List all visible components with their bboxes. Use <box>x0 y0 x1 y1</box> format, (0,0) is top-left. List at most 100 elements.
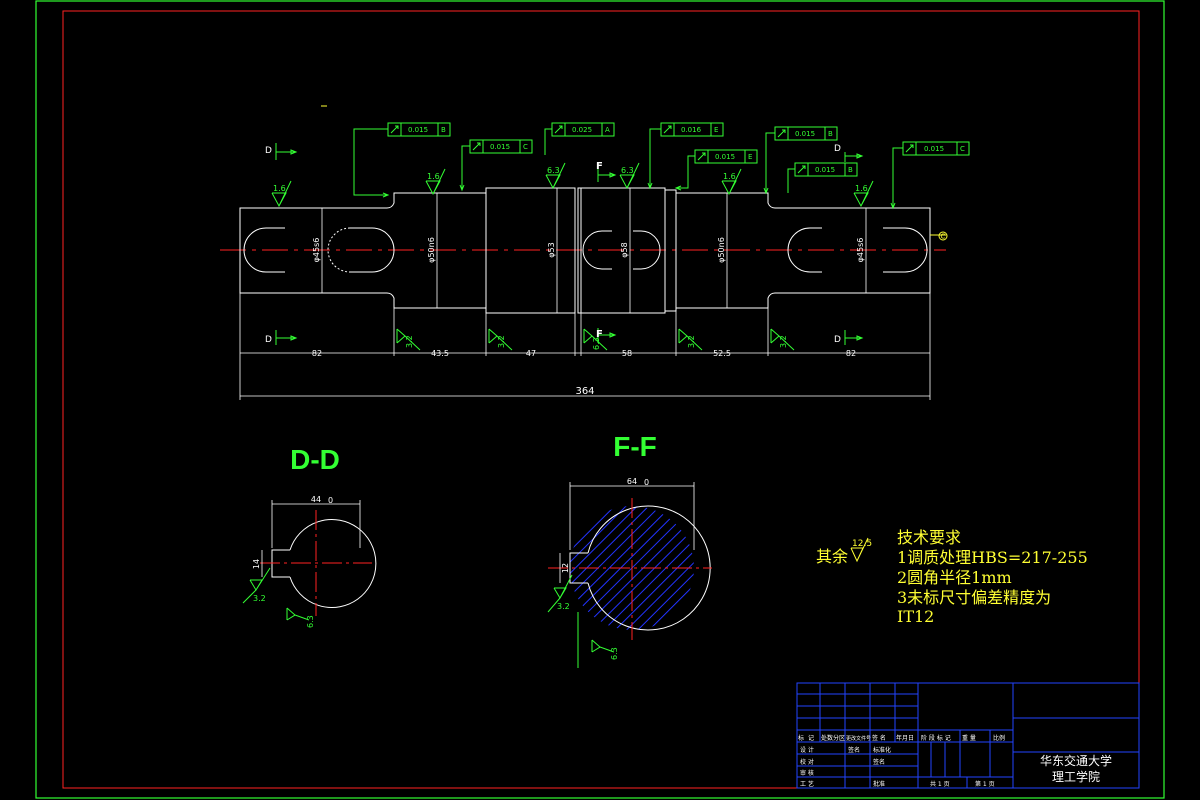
length-labels: 82 43.5 47 58 52.5 82 364 <box>312 349 856 397</box>
tech-item-2: 2圆角半径1mm <box>897 568 1012 587</box>
tb-scale: 比例 <box>993 734 1005 742</box>
cad-drawing: φ45s6 φ50n6 φ53 φ58 φ50n6 φ45s6 82 43.5 … <box>35 0 1165 799</box>
tb-sheets-total: 共 1 页 <box>930 780 950 788</box>
tol-datum-5: E <box>748 153 752 161</box>
tb-design-std: 标准化 <box>873 746 891 754</box>
tol-datum-4: E <box>714 126 718 134</box>
dd-width-dim-sup: 0 <box>328 496 333 505</box>
datum-symbol: C <box>930 231 948 241</box>
ff-title: F-F <box>613 431 657 462</box>
ff-key-dim: 12 <box>561 563 570 573</box>
school-line-2: 理工学院 <box>1052 769 1100 784</box>
dd-width-dim: 44 <box>311 495 321 504</box>
tol-datum-3: A <box>605 126 610 134</box>
tb-design-sign: 签名 <box>848 746 860 754</box>
len-label-5: 52.5 <box>713 349 731 358</box>
len-label-1: 82 <box>312 349 322 358</box>
roughness-general-value: 12.5 <box>852 539 872 549</box>
tech-title: 技术要求 <box>897 528 961 547</box>
tol-value-2: 0.015 <box>490 143 510 151</box>
dia-label-5: φ50n6 <box>717 237 726 263</box>
tol-value-7: 0.015 <box>815 166 835 174</box>
tol-value-1: 0.015 <box>408 126 428 134</box>
section-view-dd: D-D 44 0 14 3.2 6.3 <box>242 444 377 628</box>
tol-value-8: 0.015 <box>924 145 944 153</box>
rough-top-3: 6.3 <box>547 166 560 175</box>
dia-label-3: φ53 <box>547 242 556 257</box>
tol-datum-7: B <box>848 166 853 174</box>
tb-header-1: 标 <box>798 734 804 742</box>
tb-process-approve: 批准 <box>873 780 885 788</box>
dd-rough-key: 3.2 <box>253 594 266 603</box>
rough-top-1: 1.6 <box>273 184 286 193</box>
ff-width-dim-sup: 0 <box>644 478 649 487</box>
dia-label-2: φ50n6 <box>427 237 436 263</box>
len-label-6: 82 <box>846 349 856 358</box>
marker-d-2: D <box>265 335 272 345</box>
ff-rough-key: 3.2 <box>557 602 570 611</box>
tolerance-frames <box>353 122 970 210</box>
tb-header-5: 更改文件号 <box>846 735 871 742</box>
dd-key-dim: 14 <box>252 559 261 569</box>
tol-value-3: 0.025 <box>572 126 592 134</box>
tb-check-sign: 签名 <box>873 758 885 766</box>
tb-design: 设 计 <box>800 746 814 754</box>
ff-rough-outer: 6.3 <box>610 647 619 660</box>
tol-value-6: 0.015 <box>795 130 815 138</box>
len-label-2: 43.5 <box>431 349 449 358</box>
tol-datum-1: B <box>441 126 446 134</box>
rough-top-6: 1.6 <box>855 184 868 193</box>
tb-sheets-current: 第 1 页 <box>975 780 995 788</box>
section-markers <box>275 143 864 345</box>
rough-top-4: 6.3 <box>621 166 634 175</box>
tol-datum-8: C <box>960 145 965 153</box>
marker-f-1: F <box>596 161 603 172</box>
tech-item-3: 3未标尺寸偏差精度为 <box>897 588 1051 607</box>
school-line-1: 华东交通大学 <box>1040 753 1112 768</box>
len-label-4: 58 <box>622 349 632 358</box>
tb-header-2: 记 <box>808 735 814 742</box>
roughness-top-labels: 1.6 1.6 6.3 6.3 1.6 1.6 <box>273 166 868 193</box>
tech-item-4: IT12 <box>897 607 934 626</box>
marker-d-1: D <box>265 146 272 156</box>
tb-weight: 重 量 <box>962 734 976 742</box>
rough-top-2: 1.6 <box>427 172 440 181</box>
total-length-label: 364 <box>575 386 594 397</box>
tol-datum-2: C <box>523 143 528 151</box>
len-label-3: 47 <box>526 349 536 358</box>
rough-bot-5: 3.2 <box>779 335 788 348</box>
rough-top-5: 1.6 <box>723 172 736 181</box>
tb-process: 工 艺 <box>800 780 814 788</box>
tol-value-5: 0.015 <box>715 153 735 161</box>
rough-bot-4: 3.2 <box>687 335 696 348</box>
roughness-general-label: 其余 <box>816 547 848 566</box>
tb-check: 校 对 <box>800 758 814 766</box>
dd-rough-outer: 6.3 <box>306 615 315 628</box>
ff-width-dim: 64 <box>627 477 637 486</box>
dia-label-6: φ45s6 <box>856 238 865 263</box>
outer-frame <box>35 0 1165 799</box>
tol-datum-6: B <box>828 130 833 138</box>
dia-label-4: φ58 <box>620 242 629 257</box>
general-notes: 其余 12.5 技术要求 1调质处理HBS=217-255 2圆角半径1mm 3… <box>816 528 1088 626</box>
roughness-bottom-labels: 3.2 3.2 6.3 3.2 3.2 <box>405 335 788 350</box>
rough-bot-3: 6.3 <box>592 337 601 350</box>
rough-bot-2: 3.2 <box>497 335 506 348</box>
tb-header-3: 处数 <box>821 734 833 742</box>
length-dims <box>239 293 931 400</box>
marker-d-4: D <box>834 335 841 345</box>
tb-header-6: 签 名 <box>872 734 886 742</box>
tol-value-4: 0.016 <box>681 126 702 134</box>
tb-header-4: 分区 <box>833 734 845 742</box>
tb-header-7: 年月日 <box>896 734 914 742</box>
rough-bot-1: 3.2 <box>405 335 414 348</box>
inner-frame <box>62 10 1140 789</box>
marker-d-3: D <box>834 144 841 154</box>
tech-item-1: 1调质处理HBS=217-255 <box>897 548 1088 567</box>
tolerance-frame-labels: 0.015 B 0.015 C 0.025 A 0.016 E 0.015 E … <box>408 126 965 174</box>
datum-symbol-label: C <box>941 233 946 241</box>
tb-stage: 阶 段 标 记 <box>921 734 951 742</box>
dd-title: D-D <box>290 444 340 475</box>
tb-review: 审 核 <box>800 769 814 777</box>
roughness-top-symbols <box>271 162 874 208</box>
